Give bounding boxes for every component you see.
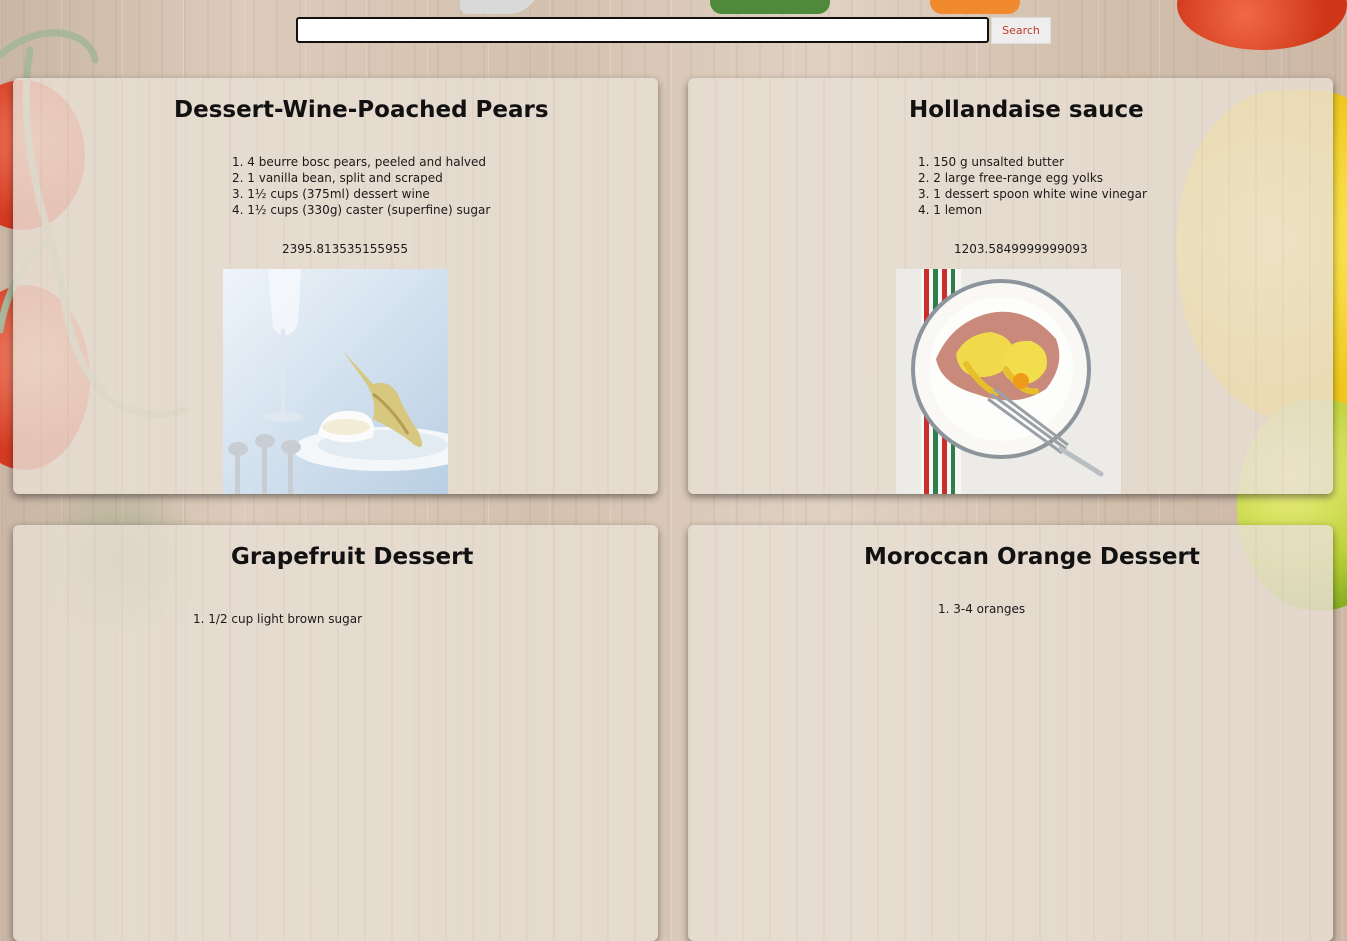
tomato-decoration [1177, 0, 1347, 50]
recipe-card: Grapefruit Dessert 1. 1/2 cup light brow… [13, 525, 658, 941]
carrot-decoration [930, 0, 1020, 14]
recipe-card: Hollandaise sauce 1. 150 g unsalted butt… [688, 78, 1333, 494]
ingredient-item: 1. 1/2 cup light brown sugar [193, 612, 363, 626]
ingredient-list: 1. 4 beurre bosc pears, peeled and halve… [232, 154, 490, 218]
ingredient-item: 2. 1 vanilla bean, split and scraped [232, 171, 443, 185]
recipe-card: Dessert-Wine-Poached Pears 1. 4 beurre b… [13, 78, 658, 494]
ingredient-item: 1. 3-4 oranges [938, 602, 1026, 616]
ingredient-list: 1. 150 g unsalted butter 2. 2 large free… [918, 154, 1147, 218]
recipe-title: Grapefruit Dessert [231, 544, 474, 570]
ingredient-item: 1. 4 beurre bosc pears, peeled and halve… [232, 155, 487, 169]
recipe-title: Hollandaise sauce [909, 97, 1144, 123]
search-bar: Search [296, 16, 1051, 44]
herb-decoration [710, 0, 830, 14]
knife-decoration [460, 0, 540, 14]
ingredient-item: 3. 1 dessert spoon white wine vinegar [918, 187, 1147, 201]
recipe-title: Moroccan Orange Dessert [864, 544, 1200, 570]
ingredient-list: 1. 1/2 cup light brown sugar [193, 611, 362, 627]
recipe-image [223, 269, 448, 494]
search-input[interactable] [296, 17, 989, 43]
ingredient-item: 2. 2 large free-range egg yolks [918, 171, 1104, 185]
ingredient-item: 4. 1½ cups (330g) caster (superfine) sug… [232, 203, 491, 217]
ingredient-item: 3. 1½ cups (375ml) dessert wine [232, 187, 430, 201]
recipe-calories: 2395.813535155955 [282, 242, 408, 256]
recipe-title: Dessert-Wine-Poached Pears [174, 97, 549, 123]
recipe-calories: 1203.5849999999093 [954, 242, 1088, 256]
recipe-card: Moroccan Orange Dessert 1. 3-4 oranges [688, 525, 1333, 941]
ingredient-item: 1. 150 g unsalted butter [918, 155, 1065, 169]
search-button[interactable]: Search [991, 16, 1051, 44]
ingredient-item: 4. 1 lemon [918, 203, 983, 217]
ingredient-list: 1. 3-4 oranges [938, 601, 1025, 617]
recipe-image [896, 269, 1121, 494]
